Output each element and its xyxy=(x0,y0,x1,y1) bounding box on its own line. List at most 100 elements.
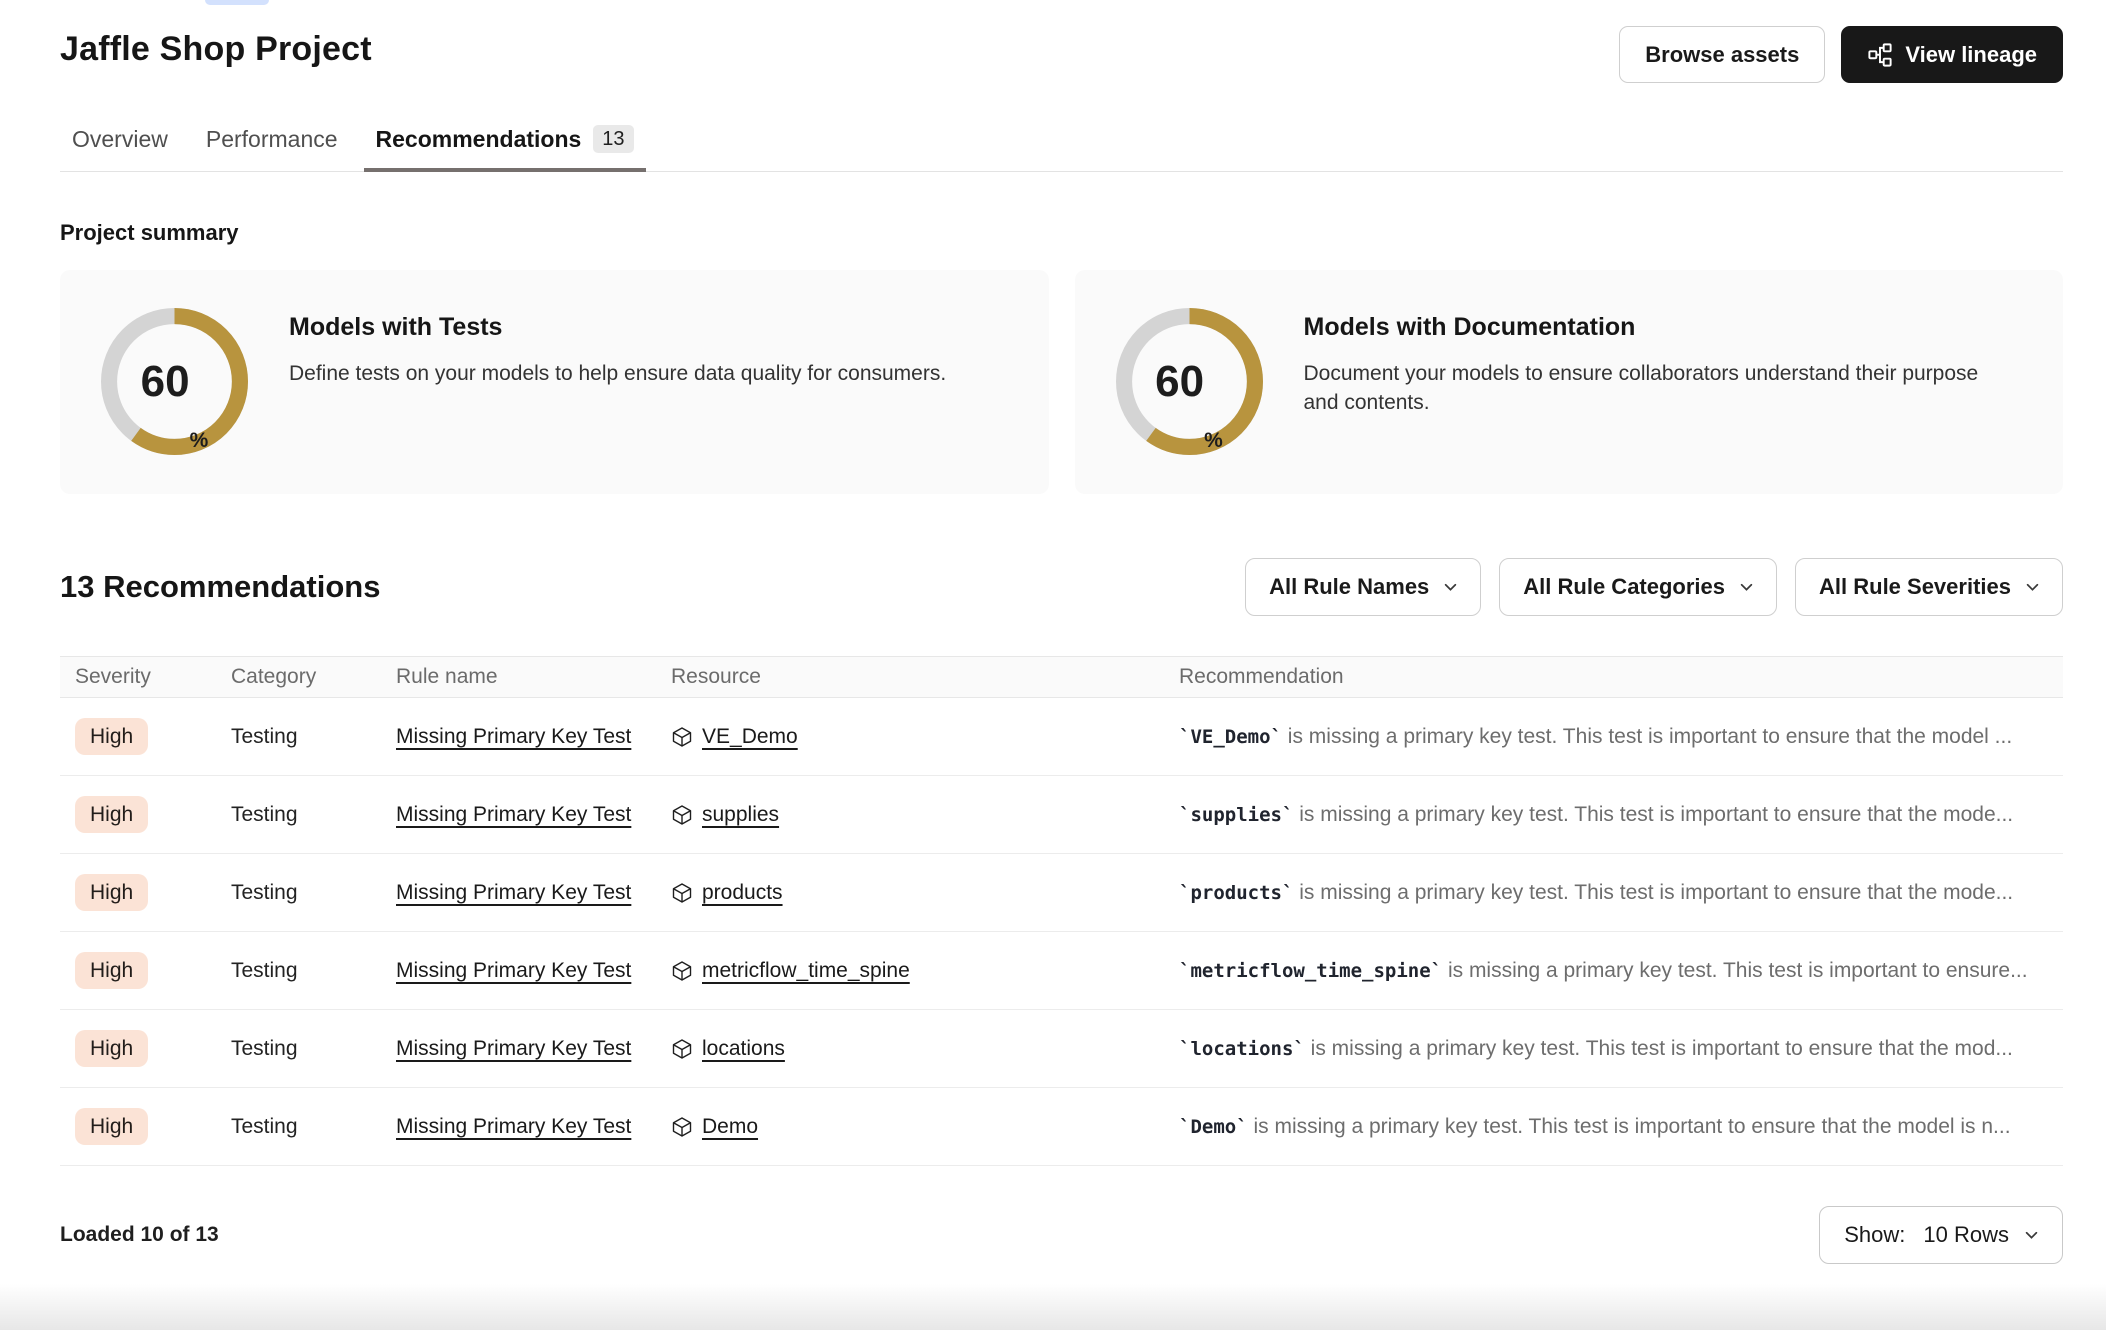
rule-name-link[interactable]: Missing Primary Key Test xyxy=(396,881,631,904)
page-title: Jaffle Shop Project xyxy=(60,30,372,69)
column-recommendation: Recommendation xyxy=(1179,665,2048,689)
rule-name-link[interactable]: Missing Primary Key Test xyxy=(396,1037,631,1060)
column-rule-name: Rule name xyxy=(396,665,671,689)
rule-name-link[interactable]: Missing Primary Key Test xyxy=(396,959,631,982)
tab-overview[interactable]: Overview xyxy=(60,125,180,172)
recommendation-text: is missing a primary key test. This test… xyxy=(1442,959,2027,982)
recommendation-text: is missing a primary key test. This test… xyxy=(1293,803,2013,826)
model-cube-icon xyxy=(671,1038,693,1060)
resource-link[interactable]: VE_Demo xyxy=(702,725,798,749)
recommendation-text: is missing a primary key test. This test… xyxy=(1248,1115,2011,1138)
tests-donut-chart: 60 % xyxy=(101,308,248,455)
recommendation-text: is missing a primary key test. This test… xyxy=(1282,725,2012,748)
show-label: Show: xyxy=(1844,1222,1905,1248)
recommendation-cell: `locations` is missing a primary key tes… xyxy=(1179,1037,2048,1061)
table-body: High Testing Missing Primary Key Test VE… xyxy=(60,698,2063,1166)
table-row: High Testing Missing Primary Key Test su… xyxy=(60,776,2063,854)
filter-bar: All Rule Names All Rule Categories All R… xyxy=(1245,558,2063,616)
rule-names-filter[interactable]: All Rule Names xyxy=(1245,558,1481,616)
severity-badge: High xyxy=(75,952,148,989)
resource-code: `supplies` xyxy=(1179,804,1293,826)
recommendation-cell: `metricflow_time_spine` is missing a pri… xyxy=(1179,959,2048,983)
resource-link[interactable]: products xyxy=(702,881,783,905)
tests-percent-value: 60 xyxy=(141,360,190,404)
category-cell: Testing xyxy=(231,959,396,983)
severity-badge: High xyxy=(75,796,148,833)
recommendation-cell: `products` is missing a primary key test… xyxy=(1179,881,2048,905)
tab-bar: Overview Performance Recommendations 13 xyxy=(60,125,2063,172)
tab-overview-label: Overview xyxy=(72,126,168,153)
severity-badge: High xyxy=(75,718,148,755)
recommendation-cell: `VE_Demo` is missing a primary key test.… xyxy=(1179,725,2048,749)
model-cube-icon xyxy=(671,882,693,904)
lineage-icon xyxy=(1867,42,1893,68)
tab-recommendations-label: Recommendations xyxy=(376,126,582,153)
resource-code: `VE_Demo` xyxy=(1179,726,1282,748)
tab-recommendations[interactable]: Recommendations 13 xyxy=(364,125,646,172)
chevron-down-icon xyxy=(2025,1231,2038,1240)
recommendation-cell: `Demo` is missing a primary key test. Th… xyxy=(1179,1115,2048,1139)
severity-badge: High xyxy=(75,874,148,911)
recommendations-heading: 13 Recommendations xyxy=(60,569,380,605)
model-cube-icon xyxy=(671,726,693,748)
view-lineage-label: View lineage xyxy=(1905,42,2037,68)
bottom-fade xyxy=(0,1284,2106,1330)
header-actions: Browse assets View lineage xyxy=(1619,26,2063,83)
recommendation-cell: `supplies` is missing a primary key test… xyxy=(1179,803,2048,827)
rule-name-link[interactable]: Missing Primary Key Test xyxy=(396,725,631,748)
resource-link[interactable]: metricflow_time_spine xyxy=(702,959,910,983)
tests-card-description: Define tests on your models to help ensu… xyxy=(289,359,946,388)
table-row: High Testing Missing Primary Key Test pr… xyxy=(60,854,2063,932)
models-with-documentation-card: 60 % Models with Documentation Document … xyxy=(1075,270,2064,494)
resource-code: `metricflow_time_spine` xyxy=(1179,960,1442,982)
column-severity: Severity xyxy=(75,665,231,689)
clipped-scroll-artifact xyxy=(205,0,269,5)
table-footer: Loaded 10 of 13 Show: 10 Rows xyxy=(60,1206,2063,1264)
category-cell: Testing xyxy=(231,725,396,749)
resource-link[interactable]: supplies xyxy=(702,803,779,827)
loaded-count-label: Loaded 10 of 13 xyxy=(60,1223,219,1247)
severity-badge: High xyxy=(75,1030,148,1067)
chevron-down-icon xyxy=(2026,583,2039,592)
rule-severities-filter-label: All Rule Severities xyxy=(1819,574,2011,600)
page-header: Jaffle Shop Project Browse assets View l… xyxy=(60,0,2063,83)
recommendation-text: is missing a primary key test. This test… xyxy=(1293,881,2013,904)
category-cell: Testing xyxy=(231,881,396,905)
browse-assets-button[interactable]: Browse assets xyxy=(1619,26,1825,83)
recommendations-table: Severity Category Rule name Resource Rec… xyxy=(60,656,2063,1166)
project-summary-label: Project summary xyxy=(60,220,2063,246)
table-row: High Testing Missing Primary Key Test De… xyxy=(60,1088,2063,1166)
tests-percent-suffix: % xyxy=(190,429,209,453)
rule-severities-filter[interactable]: All Rule Severities xyxy=(1795,558,2063,616)
category-cell: Testing xyxy=(231,1115,396,1139)
documentation-donut-chart: 60 % xyxy=(1116,308,1263,455)
column-category: Category xyxy=(231,665,396,689)
table-header-row: Severity Category Rule name Resource Rec… xyxy=(60,657,2063,698)
models-with-tests-card: 60 % Models with Tests Define tests on y… xyxy=(60,270,1049,494)
resource-code: `products` xyxy=(1179,882,1293,904)
resource-link[interactable]: locations xyxy=(702,1037,785,1061)
rule-categories-filter-label: All Rule Categories xyxy=(1523,574,1725,600)
resource-link[interactable]: Demo xyxy=(702,1115,758,1139)
tab-performance[interactable]: Performance xyxy=(194,125,350,172)
chevron-down-icon xyxy=(1444,583,1457,592)
show-value: 10 Rows xyxy=(1923,1222,2009,1248)
severity-badge: High xyxy=(75,1108,148,1145)
model-cube-icon xyxy=(671,960,693,982)
table-row: High Testing Missing Primary Key Test lo… xyxy=(60,1010,2063,1088)
rule-name-link[interactable]: Missing Primary Key Test xyxy=(396,1115,631,1138)
rule-categories-filter[interactable]: All Rule Categories xyxy=(1499,558,1777,616)
category-cell: Testing xyxy=(231,803,396,827)
chevron-down-icon xyxy=(1740,583,1753,592)
model-cube-icon xyxy=(671,804,693,826)
rows-per-page-select[interactable]: Show: 10 Rows xyxy=(1819,1206,2063,1264)
documentation-card-title: Models with Documentation xyxy=(1304,313,2012,342)
rule-names-filter-label: All Rule Names xyxy=(1269,574,1429,600)
view-lineage-button[interactable]: View lineage xyxy=(1841,26,2063,83)
category-cell: Testing xyxy=(231,1037,396,1061)
tab-performance-label: Performance xyxy=(206,126,338,153)
tests-card-title: Models with Tests xyxy=(289,313,946,342)
recommendation-text: is missing a primary key test. This test… xyxy=(1305,1037,2013,1060)
summary-cards: 60 % Models with Tests Define tests on y… xyxy=(60,270,2063,494)
rule-name-link[interactable]: Missing Primary Key Test xyxy=(396,803,631,826)
